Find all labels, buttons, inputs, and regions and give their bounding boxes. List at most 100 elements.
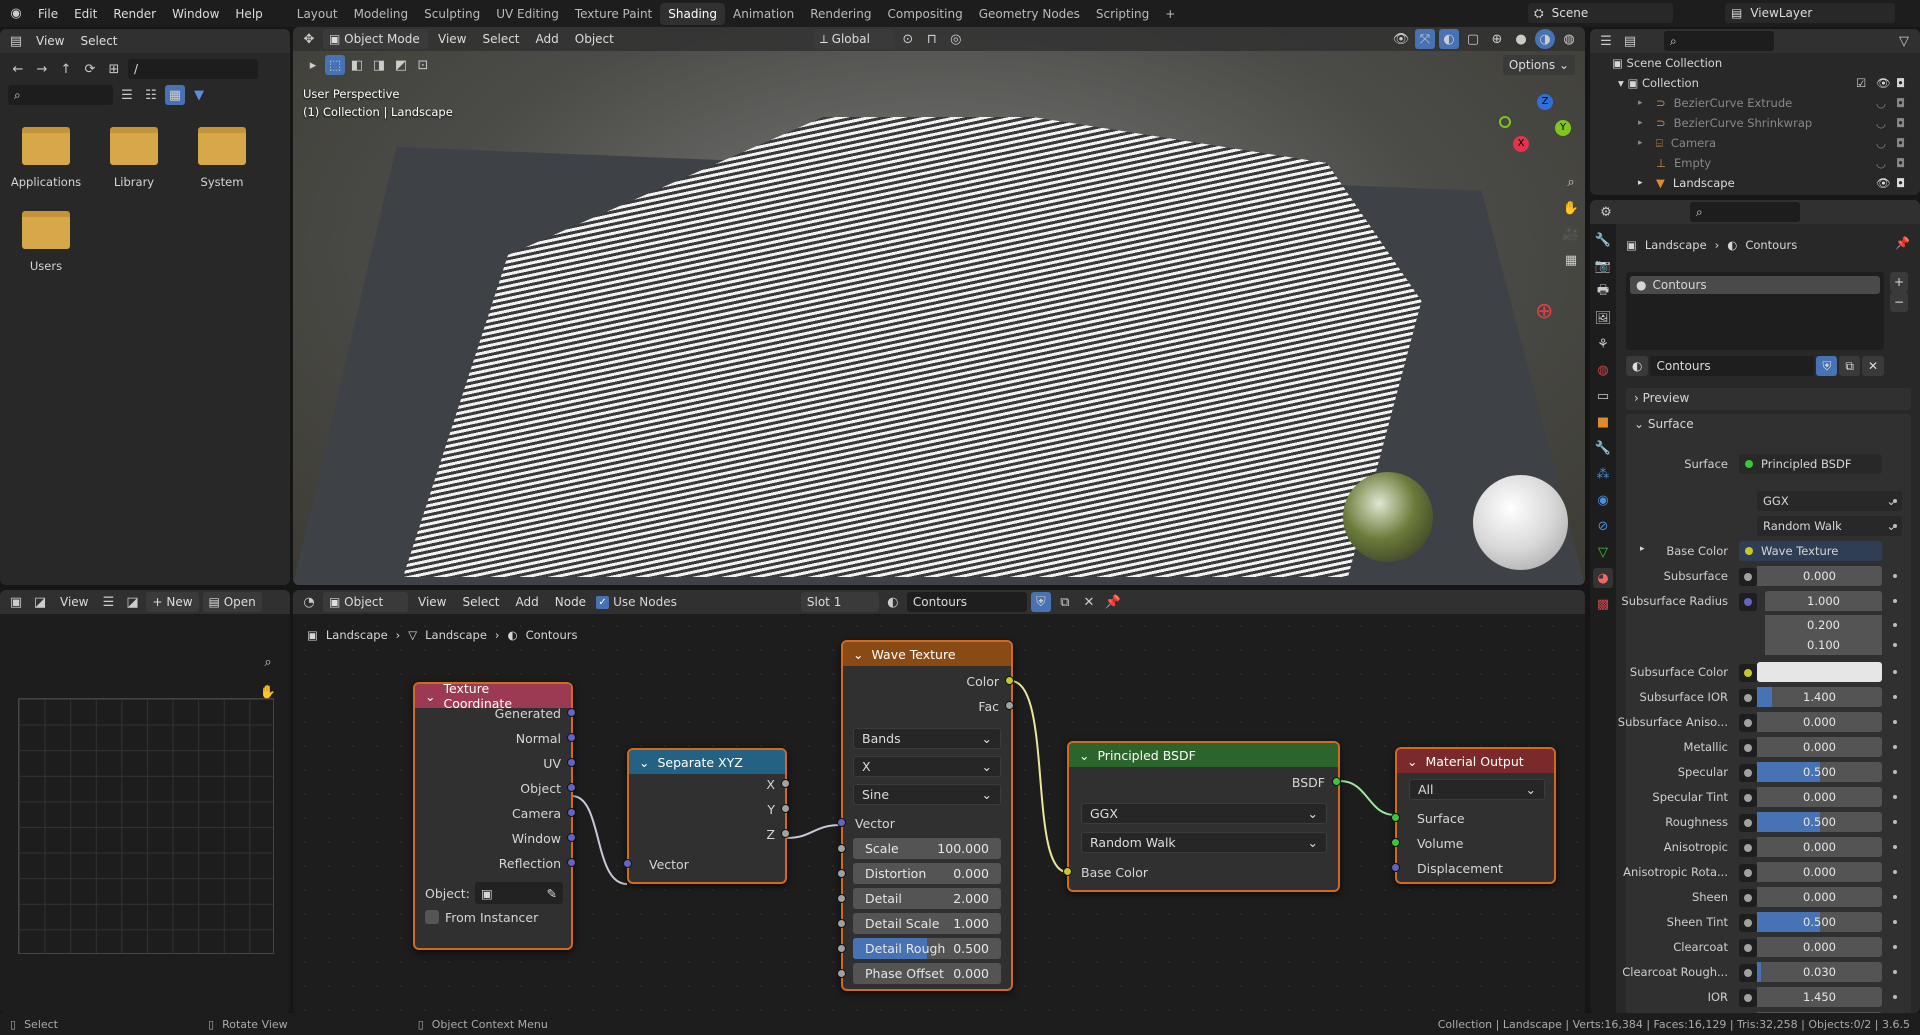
value-slider[interactable]: 0.100 (1765, 635, 1882, 655)
wave-field-detail[interactable]: Detail 2.000 (853, 888, 1001, 909)
output-socket-uv[interactable] (567, 758, 576, 767)
new-folder-icon[interactable]: ⊞ (104, 59, 124, 79)
socket-link-button[interactable] (1739, 989, 1757, 1007)
output-target-dropdown[interactable]: All ⌄ (1409, 779, 1545, 800)
menu-edit[interactable]: Edit (66, 7, 105, 21)
keyframe-dot[interactable] (1893, 745, 1897, 749)
pan-hand-icon[interactable]: ✋ (1561, 198, 1581, 218)
output-socket-generated[interactable] (567, 708, 576, 717)
filter-icon[interactable]: ▽ (1894, 31, 1914, 51)
camera-view-icon[interactable]: 🎥 (1561, 224, 1581, 244)
uv-grid[interactable] (18, 698, 274, 954)
keyframe-dot[interactable] (1893, 670, 1897, 674)
wave-dropdown-2[interactable]: Sine ⌄ (853, 784, 1001, 805)
transform-orientation[interactable]: ⟂ Global (813, 29, 894, 49)
distribution-dropdown[interactable]: GGX ⌄ (1757, 491, 1902, 511)
render-camera-icon[interactable]: ◘ (1896, 116, 1905, 130)
expand-arrow-icon[interactable]: ▸ (1638, 98, 1648, 108)
keyframe-dot[interactable] (1893, 695, 1897, 699)
view-layer-selector[interactable]: ▤ ViewLayer (1725, 3, 1895, 23)
output-socket-camera[interactable] (567, 808, 576, 817)
zoom-icon[interactable]: ⌕ (1561, 172, 1581, 192)
editor-type-icon[interactable]: ▣ (6, 592, 26, 612)
wave-field-detail-rough[interactable]: Detail Rough 0.500 (853, 938, 1001, 959)
eye-closed-icon[interactable]: ◡ (1876, 116, 1886, 130)
render-camera-icon[interactable]: ◘ (1896, 176, 1905, 190)
options-dropdown[interactable]: Options ⌄ (1502, 55, 1575, 75)
select-subtract-icon[interactable]: ◨ (369, 55, 389, 75)
keyframe-dot[interactable] (1893, 995, 1897, 999)
keyframe-dot[interactable] (1893, 795, 1897, 799)
pivot-icon[interactable]: ⊙ (898, 29, 918, 49)
node-header[interactable]: ⌄ Wave Texture (843, 642, 1011, 666)
collapse-chevron-icon[interactable]: ⌄ (1407, 754, 1417, 769)
workspace-tab-scripting[interactable]: Scripting (1088, 3, 1157, 25)
socket-link-button[interactable] (1739, 568, 1757, 586)
socket-link-button[interactable] (1739, 814, 1757, 832)
keyframe-dot[interactable] (1893, 720, 1897, 724)
blender-logo-icon[interactable]: ◉ (6, 4, 26, 24)
display-mode-icon[interactable]: ▤ (1620, 31, 1640, 51)
menu-render[interactable]: Render (105, 7, 164, 21)
menu-object[interactable]: Object (569, 32, 620, 46)
visibility-icon[interactable]: 👁 (1391, 29, 1411, 49)
surface-shader-field[interactable]: Principled BSDF (1739, 454, 1882, 474)
socket-link-button[interactable] (1739, 864, 1757, 882)
node-principled-bsdf[interactable]: ⌄ Principled BSDF BSDF GGX ⌄ Random Walk ⌄ Base… (1063, 741, 1341, 892)
menu-view[interactable]: View (30, 34, 70, 48)
image-browse-icon[interactable]: ◪ (122, 592, 142, 612)
menu-select[interactable]: Select (476, 32, 525, 46)
list-vertical-icon[interactable]: ☰ (117, 85, 137, 105)
input-socket-field[interactable] (837, 844, 846, 853)
output-socket-window[interactable] (567, 833, 576, 842)
value-slider[interactable]: 0.000 (1757, 862, 1882, 882)
collapse-chevron-icon[interactable]: ⌄ (853, 647, 863, 662)
node-header[interactable]: ⌄ Principled BSDF (1069, 743, 1338, 767)
eye-closed-icon[interactable]: ◡ (1876, 96, 1886, 110)
hamburger-menu-icon[interactable]: ☰ (98, 592, 118, 612)
node-editor[interactable]: ◔ ▣ Object View Select Add Node ✓ Use Nod… (293, 590, 1585, 1015)
file-item[interactable]: Applications (2, 127, 90, 189)
keyframe-dot[interactable] (1893, 623, 1897, 627)
keyframe-dot[interactable] (1893, 574, 1897, 578)
outliner-item[interactable]: ⊥ Empty ◡ ◘ (1590, 153, 1920, 173)
bsdf-dropdown-0[interactable]: GGX ⌄ (1081, 803, 1327, 824)
input-socket-vector[interactable] (837, 818, 846, 827)
refresh-icon[interactable]: ⟳ (80, 59, 100, 79)
wave-field-phase-offset[interactable]: Phase Offset 0.000 (853, 963, 1001, 984)
snap-icon[interactable]: ⊓ (922, 29, 942, 49)
zoom-icon[interactable]: ⌕ (258, 652, 278, 672)
menu-add[interactable]: Add (530, 32, 565, 46)
keyframe-dot[interactable] (1893, 643, 1897, 647)
value-slider[interactable]: 0.030 (1757, 962, 1882, 982)
solid-shading-icon[interactable]: ● (1511, 29, 1531, 49)
input-socket-field[interactable] (837, 919, 846, 928)
workspace-tab-animation[interactable]: Animation (725, 3, 802, 25)
keyframe-dot[interactable] (1893, 945, 1897, 949)
workspace-tab-geometry-nodes[interactable]: Geometry Nodes (971, 3, 1088, 25)
collapse-chevron-icon[interactable]: ⌄ (1079, 748, 1089, 763)
output-socket-bsdf[interactable] (1332, 777, 1341, 786)
input-socket-surface[interactable] (1391, 813, 1400, 822)
socket-link-button[interactable] (1739, 914, 1757, 932)
menu-select[interactable]: Select (74, 34, 123, 48)
thumbnail-view-icon[interactable]: ▦ (165, 85, 185, 105)
node-material-output[interactable]: ⌄ Material Output All ⌄ Surface Volume Displac… (1391, 747, 1556, 884)
node-header[interactable]: ⌄ Separate XYZ (629, 750, 785, 774)
gizmo-z-axis[interactable]: Z (1537, 94, 1553, 110)
3d-viewport[interactable]: ✥ ▣ Object Mode View Select Add Object ⟂… (293, 27, 1585, 585)
eyedropper-icon[interactable]: ✎ (547, 886, 557, 901)
ortho-grid-icon[interactable]: ▦ (1561, 250, 1581, 270)
editor-type-icon[interactable]: ✥ (299, 29, 319, 49)
editor-type-icon[interactable]: ▤ (6, 31, 26, 51)
file-item[interactable]: Users (2, 211, 90, 273)
socket-link-button[interactable] (1739, 764, 1757, 782)
node-wave-texture[interactable]: ⌄ Wave Texture Color Fac Bands ⌄ X ⌄ Sine ⌄ Vector… (837, 640, 1014, 991)
input-socket-field[interactable] (837, 944, 846, 953)
base-color-link-field[interactable]: Wave Texture (1739, 541, 1882, 561)
overlay-toggle-icon[interactable]: ◐ (1439, 29, 1459, 49)
outliner-scene-collection[interactable]: ▣ Scene Collection (1590, 53, 1920, 73)
expand-arrow-icon[interactable]: ▸ (1638, 178, 1648, 188)
value-slider[interactable]: 1.000 (1765, 591, 1882, 611)
wireframe-shading-icon[interactable]: ⊕ (1487, 29, 1507, 49)
